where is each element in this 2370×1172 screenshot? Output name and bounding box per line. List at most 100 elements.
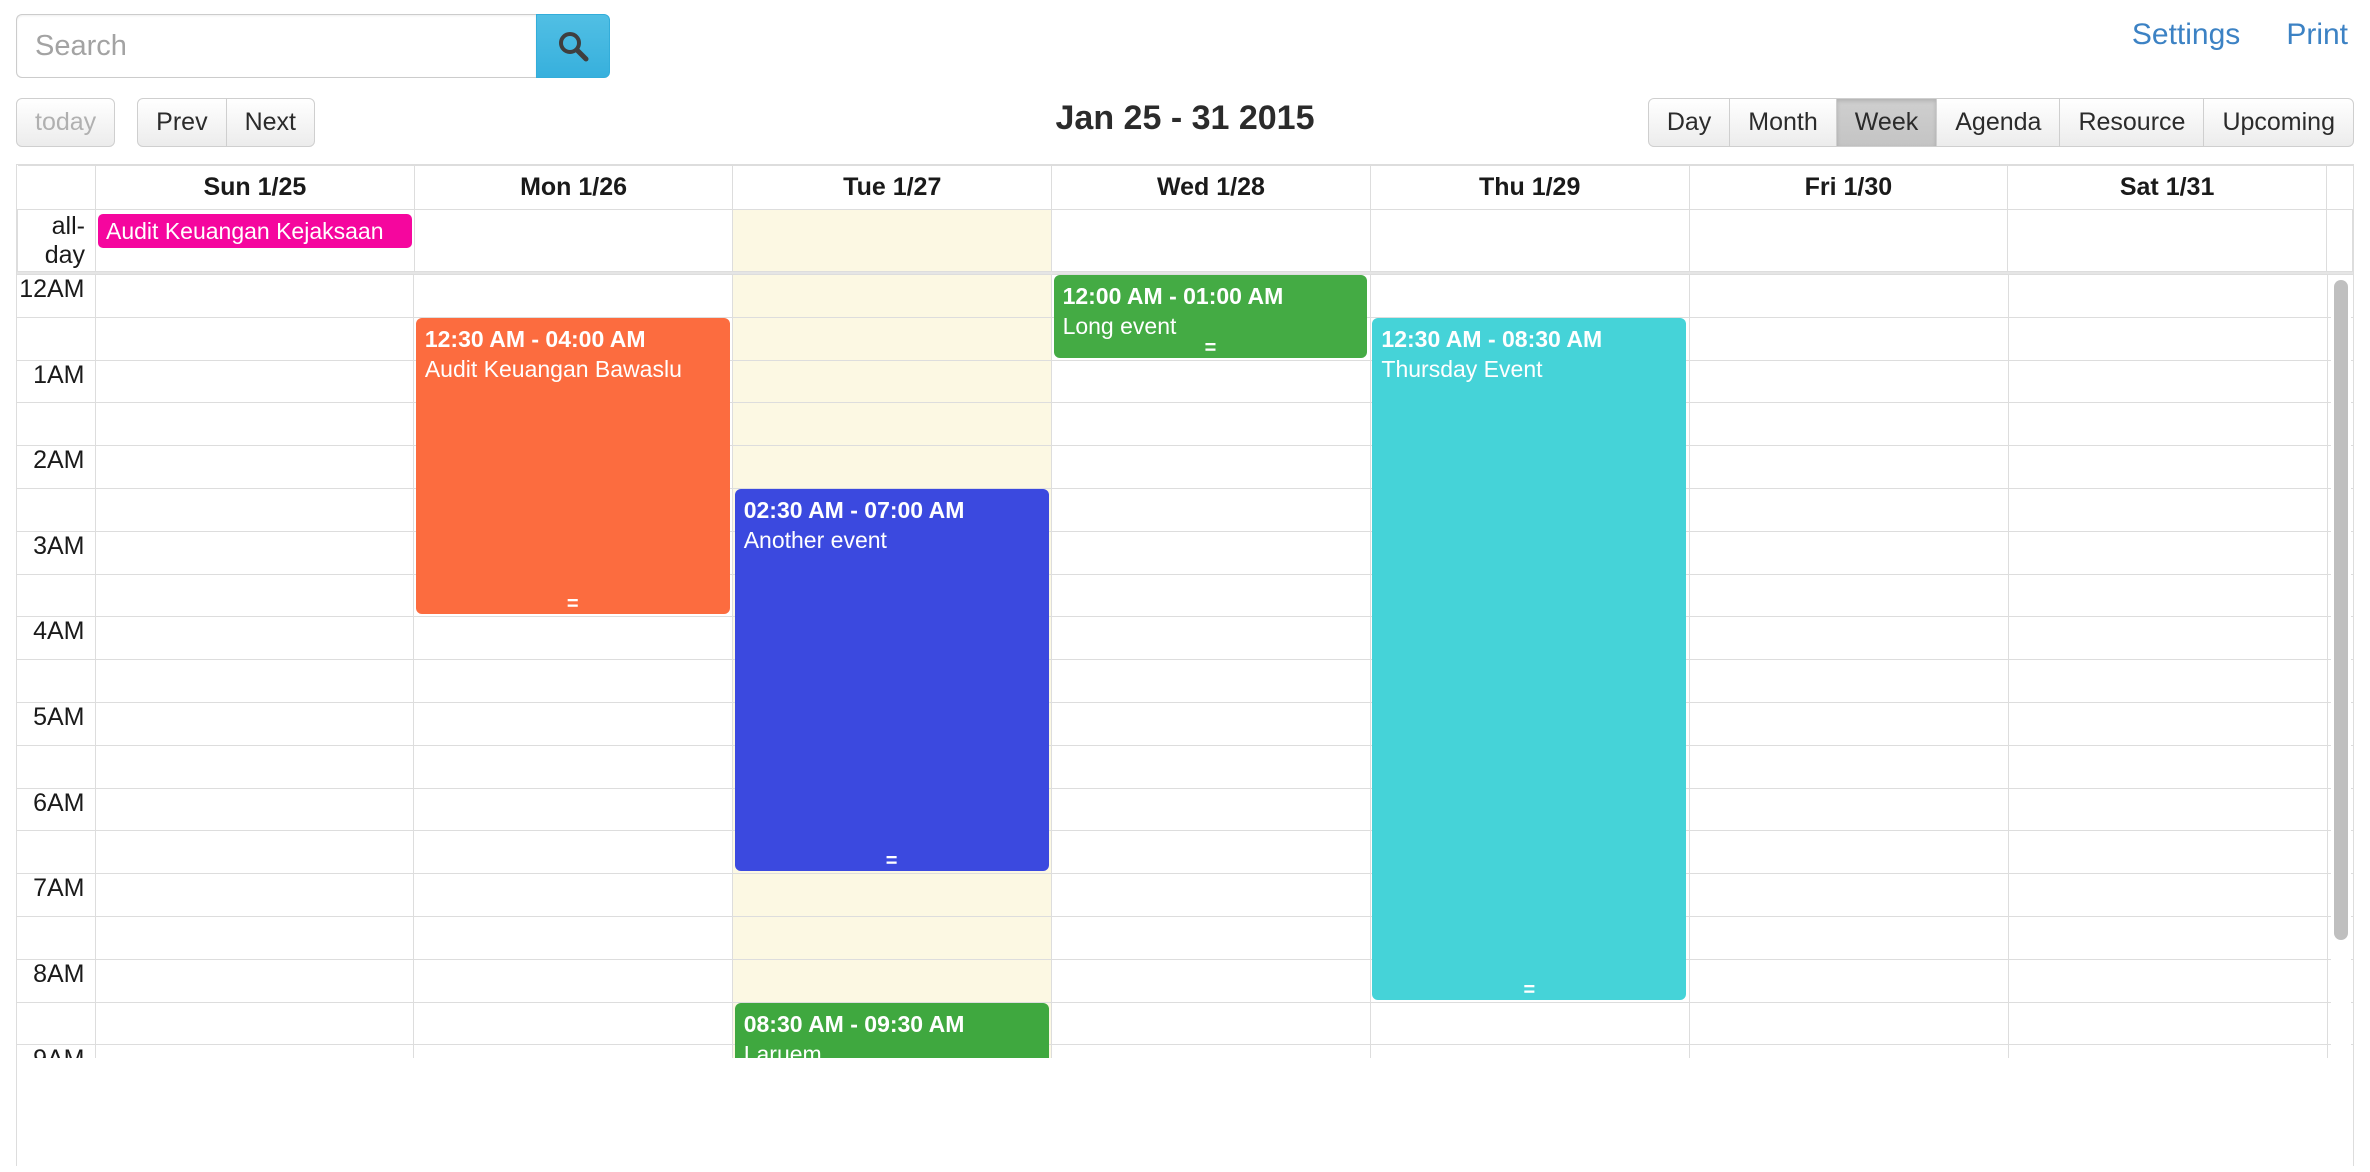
time-slot-0-4-1[interactable] xyxy=(94,659,415,703)
time-slot-3-1-0[interactable] xyxy=(1051,359,1371,404)
day-header-4[interactable]: Thu 1/29 xyxy=(1369,165,1690,210)
day-header-3[interactable]: Wed 1/28 xyxy=(1051,165,1371,210)
time-slot-0-4-0[interactable] xyxy=(94,616,415,661)
view-button-resource[interactable]: Resource xyxy=(2059,98,2205,147)
all-day-cell-0[interactable]: Audit Keuangan Kejaksaan xyxy=(95,209,415,272)
time-slot-1-6-1[interactable] xyxy=(413,830,734,875)
time-slot-0-3-0[interactable] xyxy=(94,530,415,575)
time-slot-5-7-0[interactable] xyxy=(1688,873,2009,917)
calendar-event[interactable]: 12:30 AM - 04:00 AM Audit Keuangan Bawasl… xyxy=(415,317,730,615)
time-slot-2-1-0[interactable] xyxy=(732,359,1053,404)
time-slot-6-8-0[interactable] xyxy=(2007,958,2328,1003)
time-slot-5-1-0[interactable] xyxy=(1688,359,2009,404)
time-slot-6-0-0[interactable] xyxy=(2007,274,2328,318)
view-button-month[interactable]: Month xyxy=(1729,98,1837,147)
time-slot-2-2-0[interactable] xyxy=(732,445,1053,489)
time-slot-1-5-1[interactable] xyxy=(413,744,734,789)
time-slot-5-0-1[interactable] xyxy=(1688,316,2009,361)
search-input[interactable] xyxy=(16,14,536,78)
time-slot-3-6-0[interactable] xyxy=(1051,787,1371,832)
time-slot-5-7-1[interactable] xyxy=(1688,915,2009,960)
calendar-event[interactable]: 12:00 AM - 01:00 AM Long event xyxy=(1053,275,1368,358)
all-day-cell-6[interactable] xyxy=(2007,209,2327,272)
time-slot-6-6-0[interactable] xyxy=(2007,787,2328,832)
time-slot-6-7-1[interactable] xyxy=(2007,915,2328,960)
time-slot-6-8-1[interactable] xyxy=(2007,1001,2328,1046)
time-slot-1-5-0[interactable] xyxy=(413,701,734,746)
time-slot-1-8-0[interactable] xyxy=(413,958,734,1003)
today-button[interactable]: today xyxy=(16,98,116,147)
time-slot-5-5-0[interactable] xyxy=(1688,701,2009,746)
view-button-week[interactable]: Week xyxy=(1835,98,1938,147)
time-slot-5-6-1[interactable] xyxy=(1688,830,2009,875)
time-slot-5-4-1[interactable] xyxy=(1688,659,2009,703)
event-resize-handle[interactable] xyxy=(416,600,730,608)
time-slot-4-9-0[interactable] xyxy=(1369,1044,1690,1058)
time-slot-5-0-0[interactable] xyxy=(1688,274,2009,318)
time-slot-1-4-0[interactable] xyxy=(413,616,734,661)
view-button-upcoming[interactable]: Upcoming xyxy=(2203,98,2354,147)
time-slot-1-4-1[interactable] xyxy=(413,659,734,703)
vertical-scrollbar[interactable] xyxy=(2331,278,2351,1056)
time-slot-5-3-0[interactable] xyxy=(1688,530,2009,575)
time-slot-5-6-0[interactable] xyxy=(1688,787,2009,832)
time-slot-3-5-0[interactable] xyxy=(1051,701,1371,746)
time-slot-0-5-0[interactable] xyxy=(94,701,415,746)
time-slot-6-2-0[interactable] xyxy=(2007,445,2328,489)
time-grid-scroll-area[interactable]: 12AM1AM2AM3AM4AM5AM6AM7AM8AM9AM10AM 12:3… xyxy=(17,272,2353,1058)
time-slot-3-7-0[interactable] xyxy=(1051,873,1371,917)
time-slot-0-3-1[interactable] xyxy=(94,573,415,618)
time-slot-0-6-0[interactable] xyxy=(94,787,415,832)
all-day-cell-2[interactable] xyxy=(732,209,1053,272)
calendar-event[interactable]: 02:30 AM - 07:00 AM Another event xyxy=(734,489,1049,872)
time-slot-3-1-1[interactable] xyxy=(1051,402,1371,447)
time-slot-0-0-0[interactable] xyxy=(94,274,415,318)
time-slot-6-0-1[interactable] xyxy=(2007,316,2328,361)
search-button[interactable] xyxy=(536,14,610,78)
time-slot-3-4-0[interactable] xyxy=(1051,616,1371,661)
time-slot-1-6-0[interactable] xyxy=(413,787,734,832)
view-button-agenda[interactable]: Agenda xyxy=(1936,98,2061,147)
time-slot-5-2-1[interactable] xyxy=(1688,487,2009,532)
time-slot-0-1-0[interactable] xyxy=(94,359,415,404)
day-header-1[interactable]: Mon 1/26 xyxy=(413,165,734,210)
day-header-2[interactable]: Tue 1/27 xyxy=(732,165,1053,210)
time-slot-5-5-1[interactable] xyxy=(1688,744,2009,789)
time-slot-0-7-1[interactable] xyxy=(94,915,415,960)
time-slot-0-8-1[interactable] xyxy=(94,1001,415,1046)
time-slot-1-7-0[interactable] xyxy=(413,873,734,917)
vertical-scrollbar-thumb[interactable] xyxy=(2334,280,2348,940)
time-slot-1-7-1[interactable] xyxy=(413,915,734,960)
time-slot-6-3-0[interactable] xyxy=(2007,530,2328,575)
time-slot-0-7-0[interactable] xyxy=(94,873,415,917)
next-button[interactable]: Next xyxy=(225,98,315,147)
time-slot-0-9-0[interactable] xyxy=(94,1044,415,1058)
time-slot-5-4-0[interactable] xyxy=(1688,616,2009,661)
time-slot-6-7-0[interactable] xyxy=(2007,873,2328,917)
time-slot-2-7-1[interactable] xyxy=(732,915,1053,960)
time-slot-2-0-0[interactable] xyxy=(732,274,1053,318)
all-day-cell-1[interactable] xyxy=(413,209,734,272)
time-slot-3-6-1[interactable] xyxy=(1051,830,1371,875)
time-slot-2-8-0[interactable] xyxy=(732,958,1053,1003)
time-slot-5-2-0[interactable] xyxy=(1688,445,2009,489)
time-slot-6-3-1[interactable] xyxy=(2007,573,2328,618)
time-slot-5-9-0[interactable] xyxy=(1688,1044,2009,1058)
time-slot-6-5-0[interactable] xyxy=(2007,701,2328,746)
time-slot-6-2-1[interactable] xyxy=(2007,487,2328,532)
day-header-5[interactable]: Fri 1/30 xyxy=(1688,165,2009,210)
event-resize-handle[interactable] xyxy=(735,857,1049,865)
time-slot-1-9-0[interactable] xyxy=(413,1044,734,1058)
time-slot-6-5-1[interactable] xyxy=(2007,744,2328,789)
time-slot-3-8-0[interactable] xyxy=(1051,958,1371,1003)
time-slot-3-2-0[interactable] xyxy=(1051,445,1371,489)
time-slot-0-2-0[interactable] xyxy=(94,445,415,489)
time-slot-4-0-0[interactable] xyxy=(1369,274,1690,318)
time-slot-0-5-1[interactable] xyxy=(94,744,415,789)
all-day-event[interactable]: Audit Keuangan Kejaksaan xyxy=(98,214,412,248)
event-resize-handle[interactable] xyxy=(1054,344,1368,352)
time-slot-3-7-1[interactable] xyxy=(1051,915,1371,960)
time-slot-5-8-1[interactable] xyxy=(1688,1001,2009,1046)
time-slot-0-2-1[interactable] xyxy=(94,487,415,532)
time-slot-2-1-1[interactable] xyxy=(732,402,1053,447)
